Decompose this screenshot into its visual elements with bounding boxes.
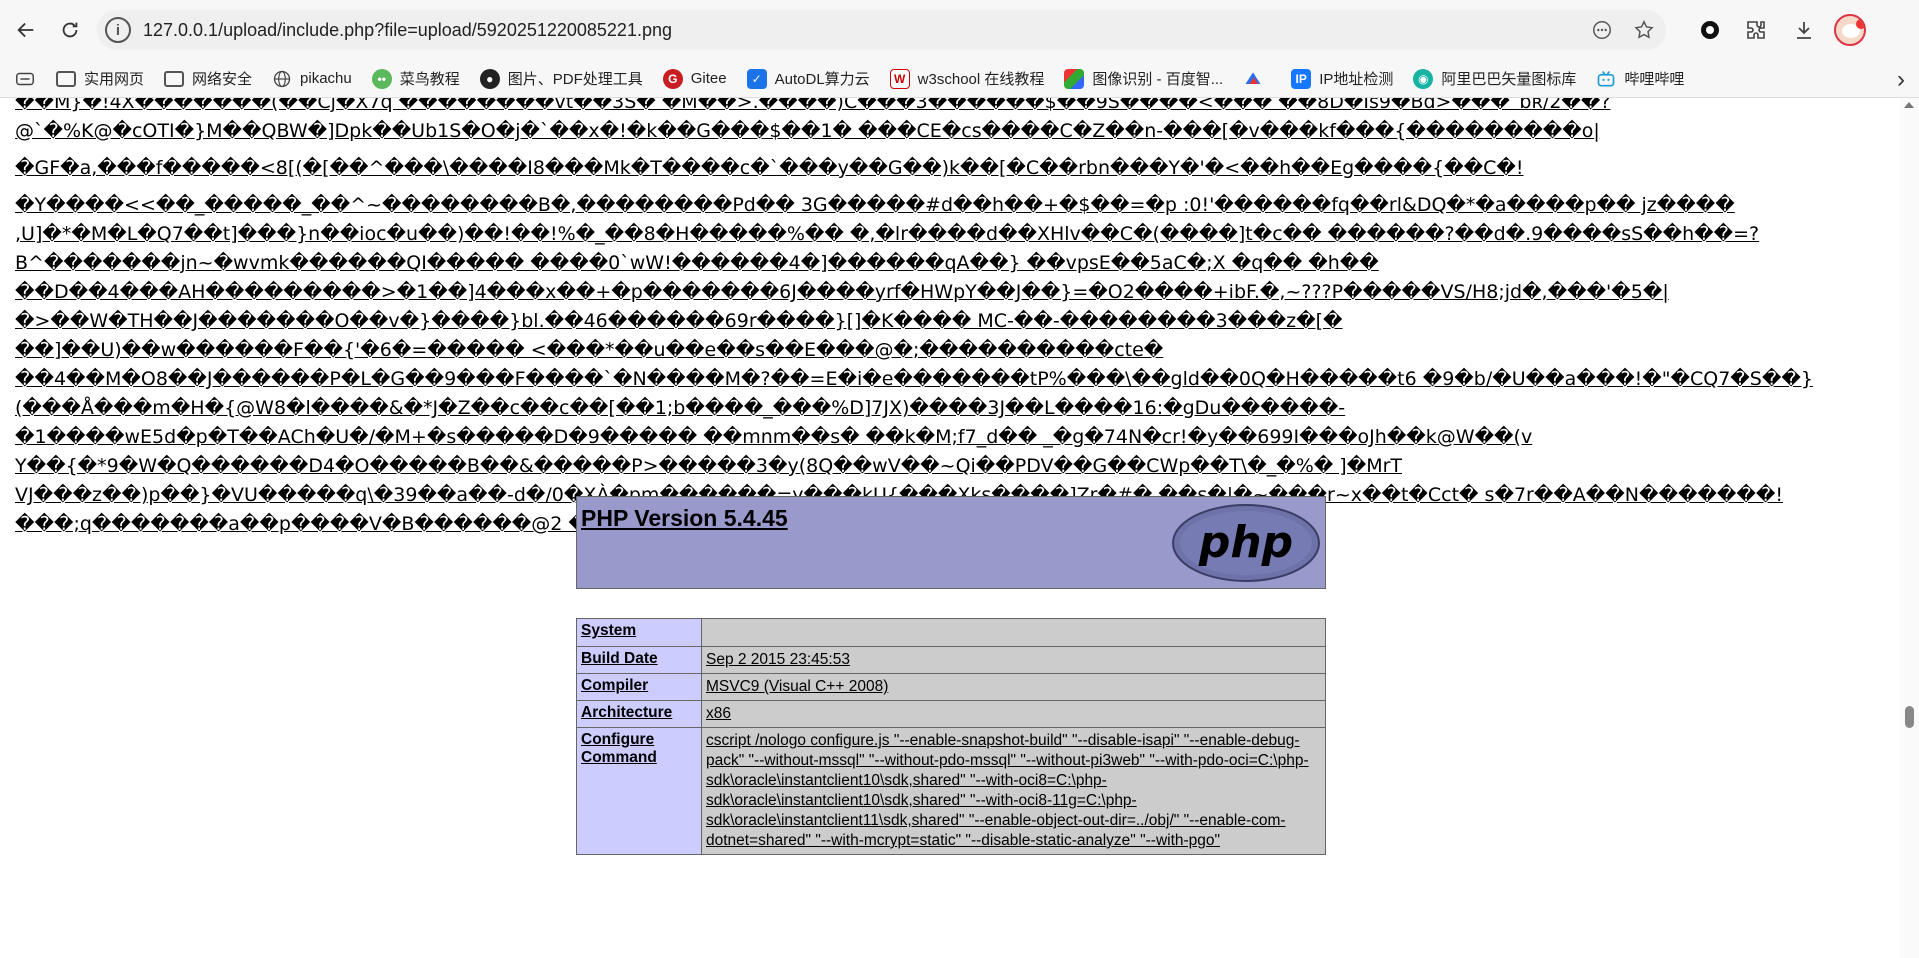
arrow-left-icon [17, 22, 34, 38]
runoob-icon: •• [371, 68, 392, 89]
garbage-line: ��D��4���AH���������>�1��]4���x��+�p����… [15, 281, 1669, 303]
bookmark-item[interactable]: ✓ AutoDL算力云 [737, 64, 880, 94]
bilibili-icon [1596, 69, 1616, 89]
bookmark-item[interactable]: IP IP地址检测 [1281, 64, 1403, 94]
garbage-line: B^�������jn~�wvmk������QI����� ����0`wW!… [15, 252, 1379, 274]
garbage-line: @`�%K@�cOTI�}M��QBW�]Dpk��Ub1S�O�j�`��x�… [15, 120, 1600, 142]
bookmark-item[interactable]: 网络安全 [154, 64, 262, 94]
row-key[interactable]: Configure Command [576, 727, 702, 855]
table-row: Configure Command cscript /nologo config… [576, 727, 1326, 855]
github-icon: ● [479, 68, 500, 89]
table-row: Compiler MSVC9 (Visual C++ 2008) [576, 673, 1326, 701]
table-row: Build Date Sep 2 2015 23:45:53 [576, 646, 1326, 674]
row-value[interactable]: Sep 2 2015 23:45:53 [701, 646, 1326, 674]
back-button[interactable] [8, 12, 44, 48]
row-value[interactable]: cscript /nologo configure.js "--enable-s… [701, 727, 1326, 855]
folder-icon [56, 70, 76, 87]
bookmarks-bar: 实用网页 网络安全 pikachu •• 菜鸟教程 ● 图片、PDF处理工具 G… [0, 60, 1919, 98]
bookmark-item[interactable]: ● 图片、PDF处理工具 [470, 64, 653, 94]
garbage-line: �GF�a,���f�����<8[(�[��^���\����I8���Mk�… [15, 157, 1524, 179]
row-key[interactable]: Architecture [576, 700, 702, 728]
row-value[interactable]: MSVC9 (Visual C++ 2008) [701, 673, 1326, 701]
more-options-icon[interactable] [1588, 16, 1616, 44]
garbage-line: �>��W�TH��J�������O��v�}����}bl.��46����… [15, 310, 1343, 332]
phpinfo-table: System Build Date Sep 2 2015 23:45:53 Co… [576, 618, 1326, 855]
bookmark-item[interactable]: G Gitee [653, 64, 737, 94]
scrollbar-thumb[interactable] [1905, 706, 1914, 728]
bookmark-item[interactable]: 哔哩哔哩 [1586, 64, 1694, 94]
row-key[interactable]: Build Date [576, 646, 702, 674]
bookmark-item[interactable]: •• 菜鸟教程 [362, 64, 470, 94]
table-row: System [576, 618, 1326, 647]
table-row: Architecture x86 [576, 700, 1326, 728]
garbage-line: ,U]�*�M�L�Q7��t]���}n��ioc�u��)��!��!%�_… [15, 223, 1760, 245]
chevron-right-icon[interactable]: › [1897, 66, 1905, 94]
download-icon[interactable] [1786, 12, 1822, 48]
row-key[interactable]: Compiler [576, 673, 702, 701]
garbage-line: �Y����<<��_�����_��^~��������B�,��������… [15, 194, 1735, 216]
avatar-icon [1834, 14, 1866, 46]
address-bar[interactable]: i 127.0.0.1/upload/include.php?file=uplo… [97, 10, 1666, 50]
feishu-icon [1243, 69, 1263, 89]
garbage-line: ��4��M�O8��J������P�L�G��9���F����`�N���… [15, 368, 1813, 390]
ip-icon: IP [1291, 68, 1312, 89]
w3school-icon: W [889, 68, 910, 89]
garbage-line: Y��{�*9�W�Q������D4�O�����B��&�����P>���… [15, 455, 1403, 477]
folder-icon [164, 70, 185, 87]
php-version-title[interactable]: PHP Version 5.4.45 [581, 505, 788, 532]
site-info-icon[interactable]: i [105, 17, 131, 43]
garbage-line: �1����wE5d�p�T��ACh�U�/�M+�s�����D�9����… [15, 426, 1533, 448]
profile-avatar[interactable] [1832, 12, 1868, 48]
bookmark-item[interactable]: W w3school 在线教程 [880, 64, 1055, 94]
row-key[interactable]: System [576, 618, 702, 647]
scroll-up-arrow-icon[interactable] [1904, 102, 1914, 108]
php-logo-icon[interactable]: php [1171, 503, 1321, 583]
baidu-ai-icon [1064, 68, 1085, 89]
row-value [701, 618, 1326, 647]
bookmark-item[interactable]: pikachu [262, 64, 362, 94]
reload-icon [62, 22, 78, 38]
browser-toolbar: i 127.0.0.1/upload/include.php?file=uplo… [0, 0, 1919, 60]
php-logo-text: php [1198, 517, 1293, 568]
garbage-line: ��M}�!4X�������(��Cj�X7q ��������vt��3S�… [15, 98, 1611, 113]
iconfont-icon: ◉ [1413, 68, 1434, 89]
bookmark-item[interactable]: 实用网页 [46, 64, 154, 94]
bookmark-item[interactable]: ◉ 阿里巴巴矢量图标库 [1403, 64, 1586, 94]
bookmark-item[interactable] [1233, 64, 1281, 94]
page-scrollbar[interactable] [1900, 98, 1919, 958]
bookmark-item[interactable]: 图像识别 - 百度智... [1054, 64, 1233, 94]
extensions-puzzle-icon[interactable] [1738, 12, 1774, 48]
autodl-icon: ✓ [746, 68, 767, 89]
row-value[interactable]: x86 [701, 700, 1326, 728]
extension-circle-icon[interactable] [1692, 12, 1728, 48]
reload-button[interactable] [52, 12, 88, 48]
phpinfo-block: PHP Version 5.4.45 php System Build Date… [576, 496, 1326, 855]
phpinfo-header: PHP Version 5.4.45 php [576, 496, 1326, 589]
gitee-icon: G [662, 68, 683, 89]
binary-garbage-text: ��M}�!4X�������(��Cj�X7q ��������vt��3S�… [15, 98, 1885, 547]
bookmarks-menu-icon[interactable] [0, 64, 46, 94]
garbage-line: ��]��U)��w������F��{'�6�=����� <���*��u�… [15, 339, 1164, 361]
favorite-star-icon[interactable] [1630, 16, 1658, 44]
globe-icon [272, 69, 292, 89]
garbage-line: (���Å���m�H�{@W8�l����&�*J�Z��c��c��[��1… [15, 397, 1346, 419]
url-text[interactable]: 127.0.0.1/upload/include.php?file=upload… [143, 20, 672, 41]
